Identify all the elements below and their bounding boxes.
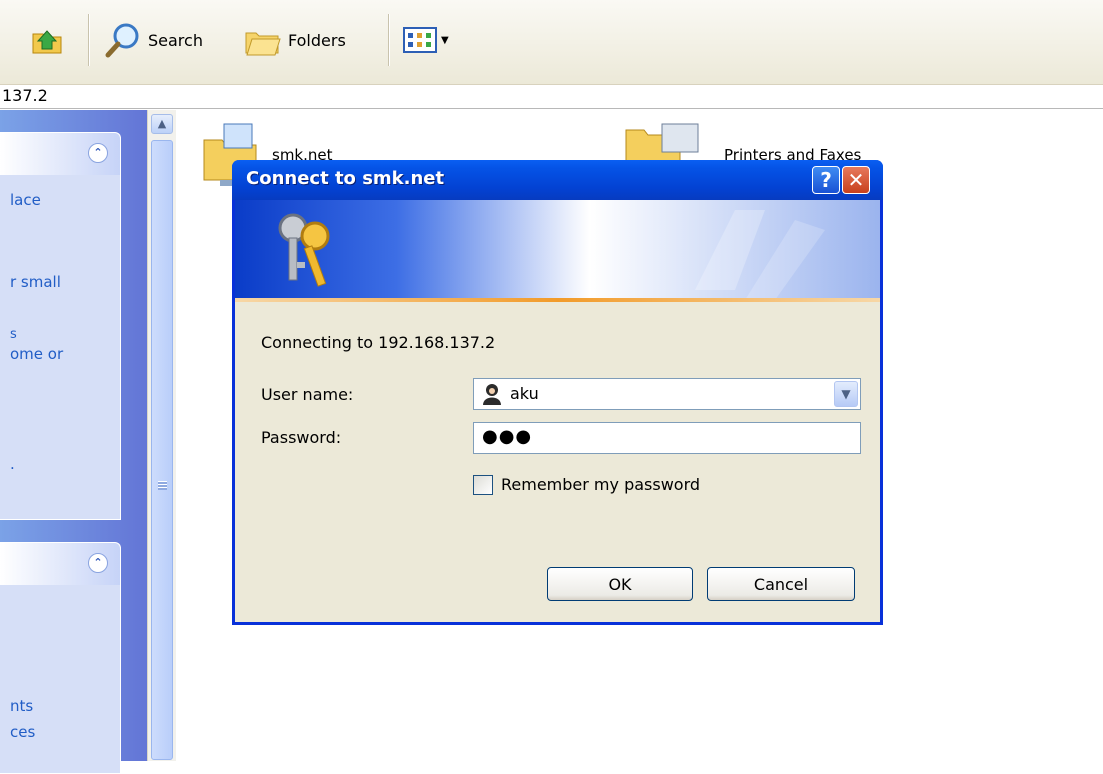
collapse-icon[interactable]: ⌃ — [88, 553, 108, 573]
username-label: User name: — [261, 385, 354, 404]
task-link[interactable]: . — [10, 455, 15, 473]
remember-label[interactable]: Remember my password — [501, 475, 700, 494]
task-link[interactable]: lace — [10, 191, 41, 209]
username-combo[interactable]: aku ▼ — [473, 378, 861, 410]
connect-dialog: Connect to smk.net ? ✕ Connecting to 192… — [232, 160, 883, 625]
views-button[interactable]: ▼ — [403, 18, 449, 62]
collapse-icon[interactable]: ⌃ — [88, 143, 108, 163]
task-link[interactable]: s — [10, 327, 17, 342]
folders-icon — [245, 32, 281, 56]
search-label: Search — [148, 30, 203, 50]
folders-button[interactable]: Folders — [244, 18, 346, 62]
task-panel-2: ⌃ nts ces — [0, 542, 121, 774]
dialog-titlebar[interactable]: Connect to smk.net ? ✕ — [232, 160, 883, 200]
chevron-down-icon: ▼ — [441, 34, 449, 46]
cancel-button[interactable]: Cancel — [707, 567, 855, 601]
task-pane: ⌃ lace r small s ome or . ⌃ nts ces — [0, 110, 147, 774]
scroll-up-icon[interactable]: ▲ — [151, 114, 173, 134]
help-button[interactable]: ? — [812, 166, 840, 194]
up-folder-icon — [32, 30, 62, 54]
connecting-text: Connecting to 192.168.137.2 — [261, 333, 496, 352]
watermark-keys-icon — [695, 210, 825, 300]
search-button[interactable]: Search — [104, 18, 203, 62]
vertical-scrollbar[interactable]: ▲ — [147, 110, 176, 761]
password-field[interactable]: ●●● — [473, 422, 861, 454]
address-text: 137.2 — [2, 86, 48, 105]
task-link[interactable]: nts — [10, 697, 33, 715]
keys-icon — [278, 213, 330, 287]
close-button[interactable]: ✕ — [842, 166, 870, 194]
address-bar[interactable]: 137.2 — [0, 85, 1103, 109]
task-link[interactable]: r small — [10, 273, 61, 291]
dialog-title: Connect to smk.net — [246, 168, 445, 189]
toolbar-separator — [88, 14, 90, 66]
views-icon — [403, 27, 437, 53]
remember-checkbox[interactable] — [473, 475, 493, 495]
task-link[interactable]: ome or — [10, 345, 63, 363]
up-button[interactable] — [30, 18, 64, 62]
folders-label: Folders — [288, 30, 346, 50]
scroll-thumb[interactable] — [151, 140, 173, 760]
username-value: aku — [510, 384, 539, 403]
password-label: Password: — [261, 428, 342, 447]
task-panel-2-header[interactable]: ⌃ — [0, 543, 120, 585]
chevron-down-icon[interactable]: ▼ — [834, 381, 858, 407]
toolbar-separator — [388, 14, 390, 66]
ok-button[interactable]: OK — [547, 567, 693, 601]
toolbar: Search Folders ▼ — [0, 0, 1103, 85]
dialog-banner — [235, 200, 880, 302]
magnifier-icon — [105, 23, 139, 58]
task-panel-1: ⌃ lace r small s ome or . — [0, 132, 121, 520]
banner-divider — [235, 298, 880, 302]
grip-icon — [158, 481, 167, 490]
user-icon — [483, 384, 501, 405]
task-panel-1-header[interactable]: ⌃ — [0, 133, 120, 175]
task-link[interactable]: ces — [10, 723, 35, 741]
